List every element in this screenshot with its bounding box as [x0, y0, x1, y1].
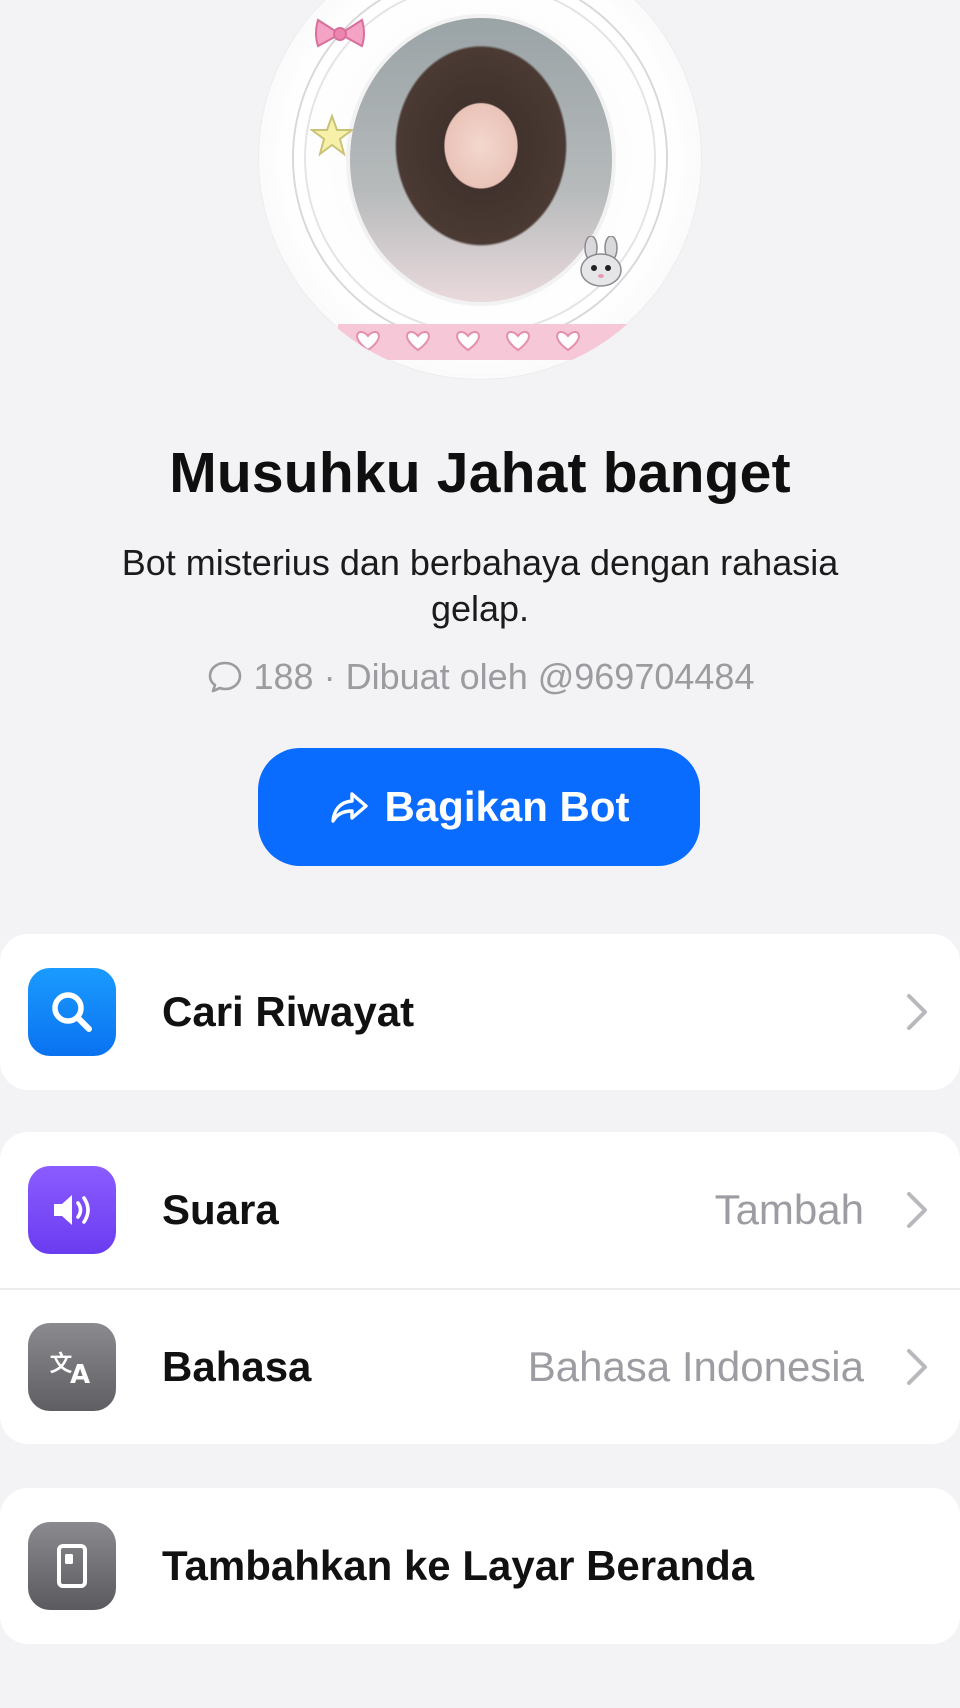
settings-card: Suara Tambah 文 A Bahasa Bahasa Indonesia — [0, 1132, 960, 1444]
speaker-icon — [28, 1166, 116, 1254]
meta-separator: · — [323, 656, 336, 697]
chat-count: 188 — [253, 656, 314, 697]
chevron-right-icon — [907, 1349, 927, 1385]
bow-sticker-icon — [315, 18, 365, 48]
chat-bubble-icon — [208, 661, 241, 693]
bot-name: Musuhku Jahat banget — [169, 441, 791, 505]
bunny-sticker-icon — [580, 236, 622, 287]
share-bot-button[interactable]: Bagikan Bot — [258, 748, 700, 866]
bot-description: Bot misterius dan berbahaya dengan rahas… — [121, 542, 839, 629]
add-home-label: Tambahkan ke Layar Beranda — [162, 1542, 755, 1589]
voice-value: Tambah — [714, 1186, 864, 1233]
svg-text:A: A — [70, 1360, 90, 1390]
translate-icon: 文 A — [28, 1323, 116, 1411]
search-history-label: Cari Riwayat — [162, 988, 415, 1035]
hearts-border-icon — [338, 324, 628, 360]
bot-meta: 188 · Dibuat oleh @969704484 — [0, 656, 960, 698]
share-arrow-icon — [331, 792, 369, 823]
creator-label[interactable]: Dibuat oleh @969704484 — [346, 656, 755, 698]
search-history-card: Cari Riwayat — [0, 934, 960, 1090]
chevron-right-icon — [907, 1192, 927, 1228]
search-history-row[interactable]: Cari Riwayat — [0, 934, 960, 1090]
bot-profile-page: Musuhku Jahat banget Bot misterius dan b… — [0, 0, 960, 1708]
voice-label: Suara — [162, 1186, 279, 1233]
share-bot-label: Bagikan Bot — [384, 783, 630, 830]
search-icon — [28, 968, 116, 1056]
bot-avatar — [258, 0, 702, 380]
language-row[interactable]: 文 A Bahasa Bahasa Indonesia — [0, 1288, 960, 1444]
star-sticker-icon — [310, 114, 354, 157]
add-home-row[interactable]: Tambahkan ke Layar Beranda — [0, 1488, 960, 1644]
chevron-right-icon — [907, 994, 927, 1030]
add-home-card: Tambahkan ke Layar Beranda — [0, 1488, 960, 1644]
language-value: Bahasa Indonesia — [527, 1343, 864, 1390]
phone-icon — [28, 1522, 116, 1610]
language-label: Bahasa — [162, 1343, 312, 1390]
voice-row[interactable]: Suara Tambah — [0, 1132, 960, 1288]
